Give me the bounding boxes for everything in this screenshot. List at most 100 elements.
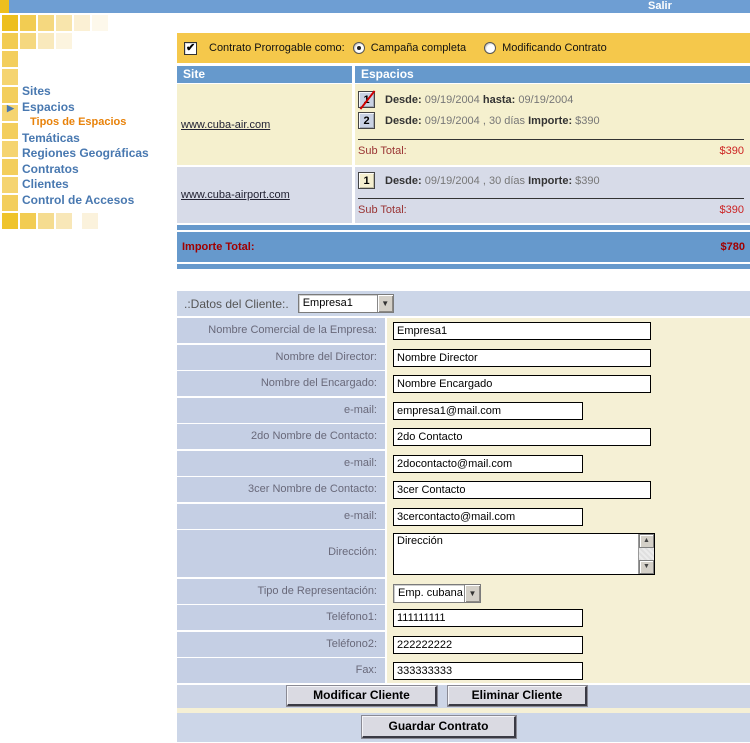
email-field[interactable] [393,402,583,420]
space-1-button[interactable]: 1 [358,172,375,189]
client-select[interactable]: Empresa1 ▼ [298,294,394,313]
sidebar-item-control-de-accesos[interactable]: Control de Accesos [0,193,176,209]
tipo-representacion-select[interactable]: Emp. cubana ▼ [393,584,481,603]
scrollbar[interactable]: ▲ ▼ [638,534,654,574]
espacios-column-header: Espacios [355,66,750,83]
client-form: Nombre Comercial de la Empresa: Nombre d… [177,318,750,683]
espacios-cell: 1 Desde: 09/19/2004 hasta: 09/19/2004 2 … [355,84,750,165]
subtotal-value: $390 [720,145,744,157]
field-label: Nombre del Director: [177,345,385,370]
subtotal-row: Sub Total: $390 [358,204,746,216]
space-entry: 1 Desde: 09/19/2004 , 30 días Importe: $… [358,172,746,189]
table-row: www.cuba-air.com 1 Desde: 09/19/2004 has… [177,84,750,165]
main-content: Contrato Prorrogable como: Campaña compl… [177,33,750,742]
field-label: 2do Nombre de Contacto: [177,424,385,449]
desde-value: 09/19/2004 , 30 días [422,175,528,187]
subtotal-label: Sub Total: [358,204,407,216]
form-row: Tipo de Representación: Emp. cubana ▼ [177,579,750,604]
form-row: 2do Nombre de Contacto: [177,424,750,449]
sidebar-item-espacios[interactable]: ▶Espacios [0,100,176,116]
importe-total-value: $780 [721,241,745,253]
space-details: Desde: 09/19/2004 , 30 días Importe: $39… [385,115,600,127]
site-link-cuba-airport[interactable]: www.cuba-airport.com [181,189,290,201]
sidebar-item-sites[interactable]: Sites [0,84,176,100]
importe-label: Importe: [528,115,572,127]
chevron-down-icon[interactable]: ▼ [377,295,393,312]
contract-options-bar: Contrato Prorrogable como: Campaña compl… [177,33,750,63]
contact3-email-field[interactable] [393,508,583,526]
space-1-button-crossed[interactable]: 1 [358,91,375,108]
client-data-title: .:Datos del Cliente:. [184,297,289,311]
director-name-field[interactable] [393,349,651,367]
form-row: Teléfono2: [177,632,750,657]
field-label: Tipo de Representación: [177,579,385,604]
site-column-header: Site [177,66,352,83]
modificando-contrato-radio[interactable] [484,42,496,54]
form-row: Fax: [177,658,750,683]
sidebar-item-regiones-geograficas[interactable]: Regiones Geográficas [0,146,176,162]
contact2-email-field[interactable] [393,455,583,473]
encargado-name-field[interactable] [393,375,651,393]
sidebar-item-tipos-de-espacios[interactable]: Tipos de Espacios [0,115,176,131]
sidebar-item-contratos[interactable]: Contratos [0,162,176,178]
direccion-textarea-box: Dirección ▲ ▼ [393,533,655,575]
field-label: Teléfono2: [177,632,385,657]
form-row: e-mail: [177,451,750,476]
eliminar-cliente-button[interactable]: Eliminar Cliente [448,686,587,706]
site-link-cuba-air[interactable]: www.cuba-air.com [181,119,270,131]
space-2-button[interactable]: 2 [358,112,375,129]
desde-label: Desde: [385,94,422,106]
sidebar-item-clientes[interactable]: Clientes [0,177,176,193]
form-row: Teléfono1: [177,605,750,630]
direccion-textarea[interactable]: Dirección [394,534,638,574]
sidebar-item-tematicas[interactable]: Temáticas [0,131,176,147]
client-buttons-row: Modificar Cliente Eliminar Cliente [177,685,750,708]
hasta-value: 09/19/2004 [515,94,573,106]
scroll-down-icon[interactable]: ▼ [639,560,654,574]
form-row: Dirección: Dirección ▲ ▼ [177,530,750,577]
subtotal-label: Sub Total: [358,145,407,157]
importe-label: Importe: [528,175,572,187]
space-details: Desde: 09/19/2004 , 30 días Importe: $39… [385,175,600,187]
save-contract-row: Guardar Contrato [177,713,750,742]
campana-completa-label: Campaña completa [371,42,466,54]
desde-value: 09/19/2004 [422,94,483,106]
importe-total-band: Importe Total: $780 [177,225,750,269]
page: Salir Sites ▶Espacios Tipos de Espacios … [0,0,750,743]
prorrogable-checkbox-label: Contrato Prorrogable como: [209,42,345,54]
telefono2-field[interactable] [393,636,583,654]
field-label: e-mail: [177,451,385,476]
desde-label: Desde: [385,175,422,187]
client-select-value: Empresa1 [299,295,377,312]
chevron-down-icon[interactable]: ▼ [464,585,480,602]
telefono1-field[interactable] [393,609,583,627]
importe-value: $390 [572,115,600,127]
field-label: Fax: [177,658,385,683]
desde-value: 09/19/2004 , 30 días [422,115,528,127]
scroll-up-icon[interactable]: ▲ [639,534,654,548]
field-label: Teléfono1: [177,605,385,630]
field-label: Dirección: [177,530,385,577]
form-row: Nombre del Encargado: [177,371,750,396]
space-entry: 1 Desde: 09/19/2004 hasta: 09/19/2004 [358,91,746,108]
subtotal-value: $390 [720,204,744,216]
modificar-cliente-button[interactable]: Modificar Cliente [287,686,437,706]
space-details: Desde: 09/19/2004 hasta: 09/19/2004 [385,94,573,106]
space-entry: 2 Desde: 09/19/2004 , 30 días Importe: $… [358,112,746,129]
field-label: Nombre del Encargado: [177,371,385,396]
guardar-contrato-button[interactable]: Guardar Contrato [362,716,516,738]
tipo-representacion-value: Emp. cubana [394,585,464,602]
contact2-name-field[interactable] [393,428,651,446]
client-data-header: .:Datos del Cliente:. Empresa1 ▼ [177,291,750,316]
empresa-name-field[interactable] [393,322,651,340]
contact3-name-field[interactable] [393,481,651,499]
form-row: 3cer Nombre de Contacto: [177,477,750,502]
fax-field[interactable] [393,662,583,680]
prorrogable-checkbox[interactable] [184,42,197,55]
importe-total-label: Importe Total: [182,241,255,253]
importe-total-row: Importe Total: $780 [177,232,750,262]
logout-link[interactable]: Salir [648,0,672,13]
desde-label: Desde: [385,115,422,127]
campana-completa-radio[interactable] [353,42,365,54]
hasta-label: hasta: [483,94,515,106]
